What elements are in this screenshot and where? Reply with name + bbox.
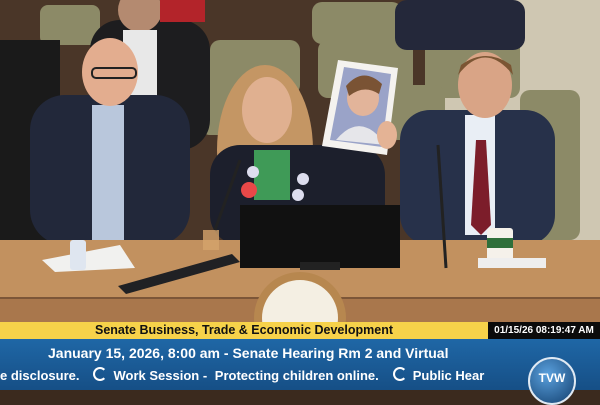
ticker-separator-icon xyxy=(93,367,108,381)
ticker-separator-icon xyxy=(392,367,407,381)
ticker-item: Work Session - xyxy=(113,368,208,383)
timestamp: 01/15/26 08:19:47 AM xyxy=(488,322,600,339)
glass xyxy=(203,230,219,250)
water-bottle xyxy=(70,240,86,270)
person-back-right xyxy=(395,0,525,50)
committee-title: Senate Business, Trade & Economic Develo… xyxy=(94,323,393,337)
red-item xyxy=(160,0,205,22)
logo-text: TVW xyxy=(538,371,566,385)
ticker-item: e disclosure. xyxy=(0,368,80,383)
committee-bar: Senate Business, Trade & Economic Develo… xyxy=(0,322,488,339)
ticker-item: Public Hear xyxy=(412,368,485,383)
info-bar: January 15, 2026, 8:00 am - Senate Heari… xyxy=(0,339,600,405)
broadcast-lower-third: Senate Business, Trade & Economic Develo… xyxy=(0,322,600,405)
ticker-item: Protecting children online. xyxy=(214,368,379,383)
meeting-line: January 15, 2026, 8:00 am - Senate Heari… xyxy=(48,345,449,361)
monitor xyxy=(240,205,400,268)
tvw-logo: TVW xyxy=(528,357,576,405)
ticker: e disclosure. Work Session - Protecting c… xyxy=(0,366,522,386)
notepad xyxy=(478,258,546,268)
